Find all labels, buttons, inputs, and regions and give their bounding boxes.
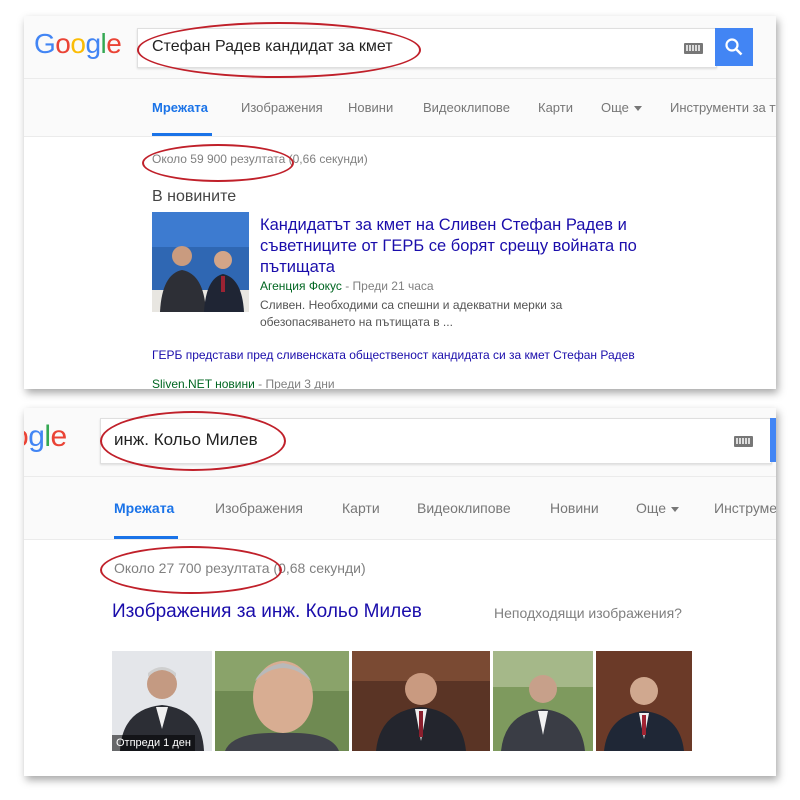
portrait-image-3: [352, 651, 490, 751]
news-main-source: Агенция Фокус - Преди 21 часа: [260, 279, 434, 293]
images-for-heading[interactable]: Изображения за инж. Кольо Милев: [112, 601, 422, 623]
in-the-news-heading: В новините: [152, 188, 237, 205]
active-tab-underline: [114, 536, 178, 539]
tab-web[interactable]: Мрежата: [152, 100, 208, 115]
news-main-title[interactable]: Кандидатът за кмет на Сливен Стефан Раде…: [260, 215, 660, 278]
screenshot-bottom: ogle инж. Кольо Милев Мрежата Изображени…: [24, 408, 776, 776]
tab-images[interactable]: Изображения: [241, 100, 323, 115]
search-box[interactable]: Стефан Радев кандидат за кмет: [137, 28, 717, 68]
search-input[interactable]: Стефан Радев кандидат за кмет: [152, 38, 393, 56]
keyboard-icon[interactable]: [684, 43, 703, 54]
keyboard-icon[interactable]: [734, 436, 753, 447]
logo-letter: o: [55, 28, 71, 59]
news-main-snippet: Сливен. Необходими са спешни и адекватни…: [260, 298, 563, 329]
result-stats: Около 59 900 резултата (0,66 секунди): [152, 152, 368, 166]
tab-more-label: Още: [601, 100, 629, 115]
search-input[interactable]: инж. Кольо Милев: [114, 430, 258, 450]
portrait-image-5: [596, 651, 692, 751]
news-main-time: - Преди 21 часа: [341, 279, 434, 293]
image-age-badge: Отпреди 1 ден: [112, 735, 195, 751]
portrait-image-4: [493, 651, 593, 751]
tab-news[interactable]: Новини: [348, 100, 393, 115]
logo-letter: g: [85, 28, 101, 59]
logo-letter: e: [50, 420, 68, 453]
news-main-publisher[interactable]: Агенция Фокус: [260, 279, 342, 293]
news-thumbnail[interactable]: [152, 212, 249, 312]
image-thumbnail-4[interactable]: [493, 651, 593, 751]
google-logo-partial[interactable]: ogle: [24, 420, 67, 454]
search-box[interactable]: инж. Кольо Милев: [100, 418, 772, 464]
news-photo-image: [152, 212, 249, 312]
tab-maps[interactable]: Карти: [538, 100, 573, 115]
tab-images[interactable]: Изображения: [215, 500, 303, 516]
image-thumbnail-1[interactable]: Отпреди 1 ден: [112, 651, 212, 751]
news-second-time: - Преди 3 дни: [254, 377, 335, 389]
portrait-image-2: [215, 651, 349, 751]
active-tab-underline: [152, 133, 212, 136]
tab-maps[interactable]: Карти: [342, 500, 380, 516]
tab-more[interactable]: Още: [636, 500, 680, 516]
logo-letter: G: [34, 28, 56, 59]
tab-videos[interactable]: Видеоклипове: [423, 100, 510, 115]
image-thumbnail-2[interactable]: [215, 651, 349, 751]
search-tabs: Мрежата Изображения Карти Видеоклипове Н…: [24, 477, 776, 540]
news-second-publisher[interactable]: Sliven.NET новини: [152, 377, 255, 389]
image-thumbnail-3[interactable]: [352, 651, 490, 751]
image-thumbnail-5[interactable]: [596, 651, 692, 751]
search-button[interactable]: [770, 418, 776, 462]
tab-tools[interactable]: Инструме: [714, 500, 776, 516]
chevron-down-icon: [633, 106, 642, 112]
result-stats: Около 27 700 резултата (0,68 секунди): [114, 560, 366, 576]
tab-more[interactable]: Още: [601, 100, 642, 115]
search-tabs: Мрежата Изображения Новини Видеоклипове …: [24, 79, 776, 137]
logo-letter: o: [70, 28, 86, 59]
logo-letter: e: [106, 28, 122, 59]
news-second-title[interactable]: ГЕРБ представи пред сливенската обществе…: [152, 349, 642, 362]
news-second-source: Sliven.NET новини - Преди 3 дни: [152, 377, 335, 389]
google-logo[interactable]: Google: [34, 28, 122, 60]
screenshot-top: Google Стефан Радев кандидат за кмет Мре…: [24, 16, 776, 389]
search-button[interactable]: [715, 28, 753, 66]
tab-more-label: Още: [636, 500, 667, 516]
tab-videos[interactable]: Видеоклипове: [417, 500, 511, 516]
report-images-link[interactable]: Неподходящи изображения?: [494, 605, 682, 621]
tab-tools[interactable]: Инструменти за тъ: [670, 100, 776, 115]
tab-news[interactable]: Новини: [550, 500, 599, 516]
search-icon: [725, 38, 743, 56]
logo-letter: g: [28, 420, 45, 453]
chevron-down-icon: [671, 506, 680, 512]
tab-web[interactable]: Мрежата: [114, 500, 174, 516]
